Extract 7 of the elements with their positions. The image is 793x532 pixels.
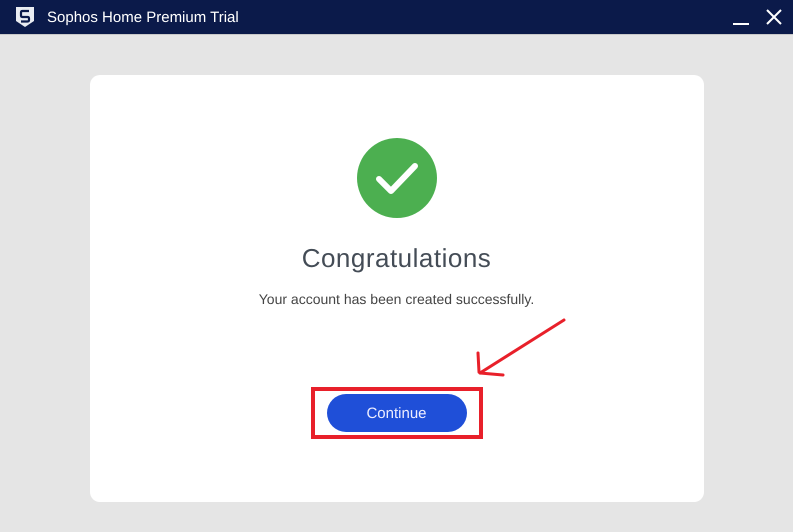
success-message: Your account has been created successfully. [258,290,534,308]
continue-button[interactable]: Continue [326,394,466,432]
shield-logo-icon [15,6,35,28]
success-check-icon [356,138,436,218]
close-icon[interactable] [765,8,783,26]
heading: Congratulations [302,242,492,274]
window-title: Sophos Home Premium Trial [47,8,239,26]
